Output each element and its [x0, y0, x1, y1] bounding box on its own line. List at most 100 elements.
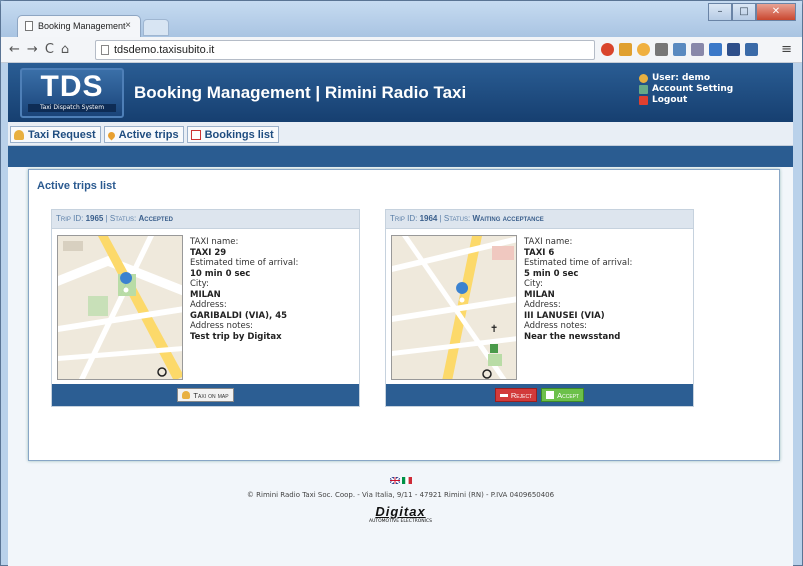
- digitax-subtitle: AUTOMOTIVE ELECTRONICS: [369, 519, 432, 524]
- location-pin-icon: [106, 130, 117, 140]
- address-value: III LANUSEI (VIA): [524, 310, 605, 321]
- extension-icon[interactable]: [673, 43, 686, 56]
- reject-button[interactable]: Reject: [494, 388, 538, 402]
- status-label: Status:: [109, 214, 137, 223]
- home-icon[interactable]: ⌂: [61, 42, 76, 57]
- uk-flag-icon[interactable]: [389, 477, 400, 484]
- trip-card: Trip ID: 1964 | Status: Waiting acceptan…: [385, 209, 694, 407]
- page-content: TDS Taxi Dispatch System Booking Managem…: [8, 63, 793, 566]
- tab-bookings-list[interactable]: Bookings list: [186, 126, 279, 143]
- account-setting-link[interactable]: Account Setting: [652, 84, 733, 95]
- minus-icon: [499, 393, 508, 397]
- trip-info: TAXI name: TAXI 6 Estimated time of arri…: [524, 237, 632, 342]
- digitax-logo: Digitax: [375, 504, 426, 519]
- browser-tab[interactable]: Booking Management ×: [17, 15, 141, 37]
- trip-info: TAXI name: TAXI 29 Estimated time of arr…: [190, 237, 298, 342]
- back-icon[interactable]: ←: [9, 42, 27, 57]
- trip-id-label: Trip ID:: [56, 214, 84, 223]
- tab-label: Active trips: [118, 129, 179, 141]
- tab-active-trips[interactable]: Active trips: [103, 126, 184, 143]
- user-box: User: demo Account Setting Logout: [639, 73, 733, 106]
- logout-link[interactable]: Logout: [652, 95, 687, 106]
- page-footer: © Rimini Radio Taxi Soc. Coop. - Via Ita…: [8, 473, 793, 524]
- trip-header: Trip ID: 1965 | Status: Accepted: [52, 210, 359, 229]
- italy-flag-icon[interactable]: [401, 477, 412, 484]
- notes-label: Address notes:: [190, 321, 253, 331]
- new-tab-button[interactable]: [143, 19, 169, 36]
- active-trips-panel: Active trips list Trip ID: 1965 | Status…: [28, 169, 780, 461]
- header-band: [8, 146, 793, 167]
- trip-header: Trip ID: 1964 | Status: Waiting acceptan…: [386, 210, 693, 229]
- browser-toolbar: ←→C⌂ tdsdemo.taxisubito.it ≡: [1, 37, 802, 63]
- address-bar[interactable]: tdsdemo.taxisubito.it: [95, 40, 595, 60]
- taxi-on-map-button[interactable]: Taxi on map: [177, 388, 234, 402]
- taxi-icon: [182, 391, 191, 399]
- taxi-name-label: TAXI name:: [524, 237, 573, 247]
- close-button[interactable]: ✕: [756, 3, 796, 21]
- svg-text:✝: ✝: [490, 324, 498, 335]
- logout-row[interactable]: Logout: [639, 95, 733, 106]
- extension-icon[interactable]: [619, 43, 632, 56]
- status-label: Status:: [443, 214, 471, 223]
- city-value: MILAN: [524, 289, 555, 300]
- tds-logo: TDS Taxi Dispatch System: [20, 68, 124, 118]
- extension-icon[interactable]: [727, 43, 740, 56]
- notes-value: Near the newsstand: [524, 331, 621, 342]
- adblock-icon[interactable]: [601, 43, 614, 56]
- panel-title: Active trips list: [37, 180, 116, 192]
- nav-buttons: ←→C⌂: [9, 42, 76, 57]
- reload-icon[interactable]: C: [45, 42, 61, 57]
- address-label: Address:: [190, 300, 227, 310]
- trip-actions: Reject Accept: [386, 384, 693, 406]
- map-image: [58, 236, 182, 379]
- eta-label: Estimated time of arrival:: [190, 258, 299, 268]
- tab-label: Taxi Request: [28, 129, 96, 141]
- trip-actions: Taxi on map: [52, 384, 359, 406]
- minimize-button[interactable]: –: [708, 3, 732, 21]
- menu-icon[interactable]: ≡: [781, 42, 792, 57]
- user-icon: [639, 74, 648, 83]
- app-header: TDS Taxi Dispatch System Booking Managem…: [8, 63, 793, 122]
- city-label: City:: [190, 279, 209, 289]
- calendar-icon: [190, 130, 201, 140]
- address-label: Address:: [524, 300, 561, 310]
- logo-subtitle: Taxi Dispatch System: [28, 104, 116, 112]
- app-nav: Taxi Request Active trips Bookings list: [8, 122, 793, 146]
- maximize-button[interactable]: □: [732, 3, 756, 21]
- eta-value: 10 min 0 sec: [190, 268, 251, 279]
- extension-icon[interactable]: [655, 43, 668, 56]
- extension-icon[interactable]: [637, 43, 650, 56]
- accept-button[interactable]: Accept: [541, 388, 585, 402]
- title-bar: Booking Management × – □ ✕: [1, 1, 802, 37]
- page-icon: [25, 21, 33, 31]
- taxi-name-label: TAXI name:: [190, 237, 239, 247]
- tab-taxi-request[interactable]: Taxi Request: [10, 126, 101, 143]
- tab-label: Bookings list: [204, 129, 274, 141]
- trip-map[interactable]: [57, 235, 183, 380]
- map-image: ✝: [392, 236, 516, 379]
- taxi-icon: [14, 130, 24, 140]
- account-row[interactable]: Account Setting: [639, 84, 733, 95]
- user-row: User: demo: [639, 73, 733, 84]
- check-icon: [546, 391, 555, 399]
- language-flags: [8, 477, 793, 484]
- status-value: Accepted: [138, 214, 173, 223]
- tab-title: Booking Management: [38, 21, 126, 31]
- status-value: Waiting acceptance: [472, 214, 544, 223]
- extension-icon[interactable]: [691, 43, 704, 56]
- extension-icon[interactable]: [709, 43, 722, 56]
- tab-close-icon[interactable]: ×: [125, 20, 131, 31]
- city-value: MILAN: [190, 289, 221, 300]
- power-icon: [639, 96, 648, 105]
- notes-value: Test trip by Digitax: [190, 331, 282, 342]
- logo-text: TDS: [40, 70, 104, 103]
- page-title: Booking Management | Rimini Radio Taxi: [134, 83, 467, 102]
- trip-card: Trip ID: 1965 | Status: Accepted TAXI na…: [51, 209, 360, 407]
- trip-map[interactable]: ✝: [391, 235, 517, 380]
- forward-icon[interactable]: →: [27, 42, 45, 57]
- trip-id: 1964: [419, 214, 438, 223]
- url-text: tdsdemo.taxisubito.it: [114, 44, 215, 56]
- button-label: Accept: [557, 390, 580, 400]
- button-label: Reject: [510, 390, 533, 400]
- extension-icon[interactable]: [745, 43, 758, 56]
